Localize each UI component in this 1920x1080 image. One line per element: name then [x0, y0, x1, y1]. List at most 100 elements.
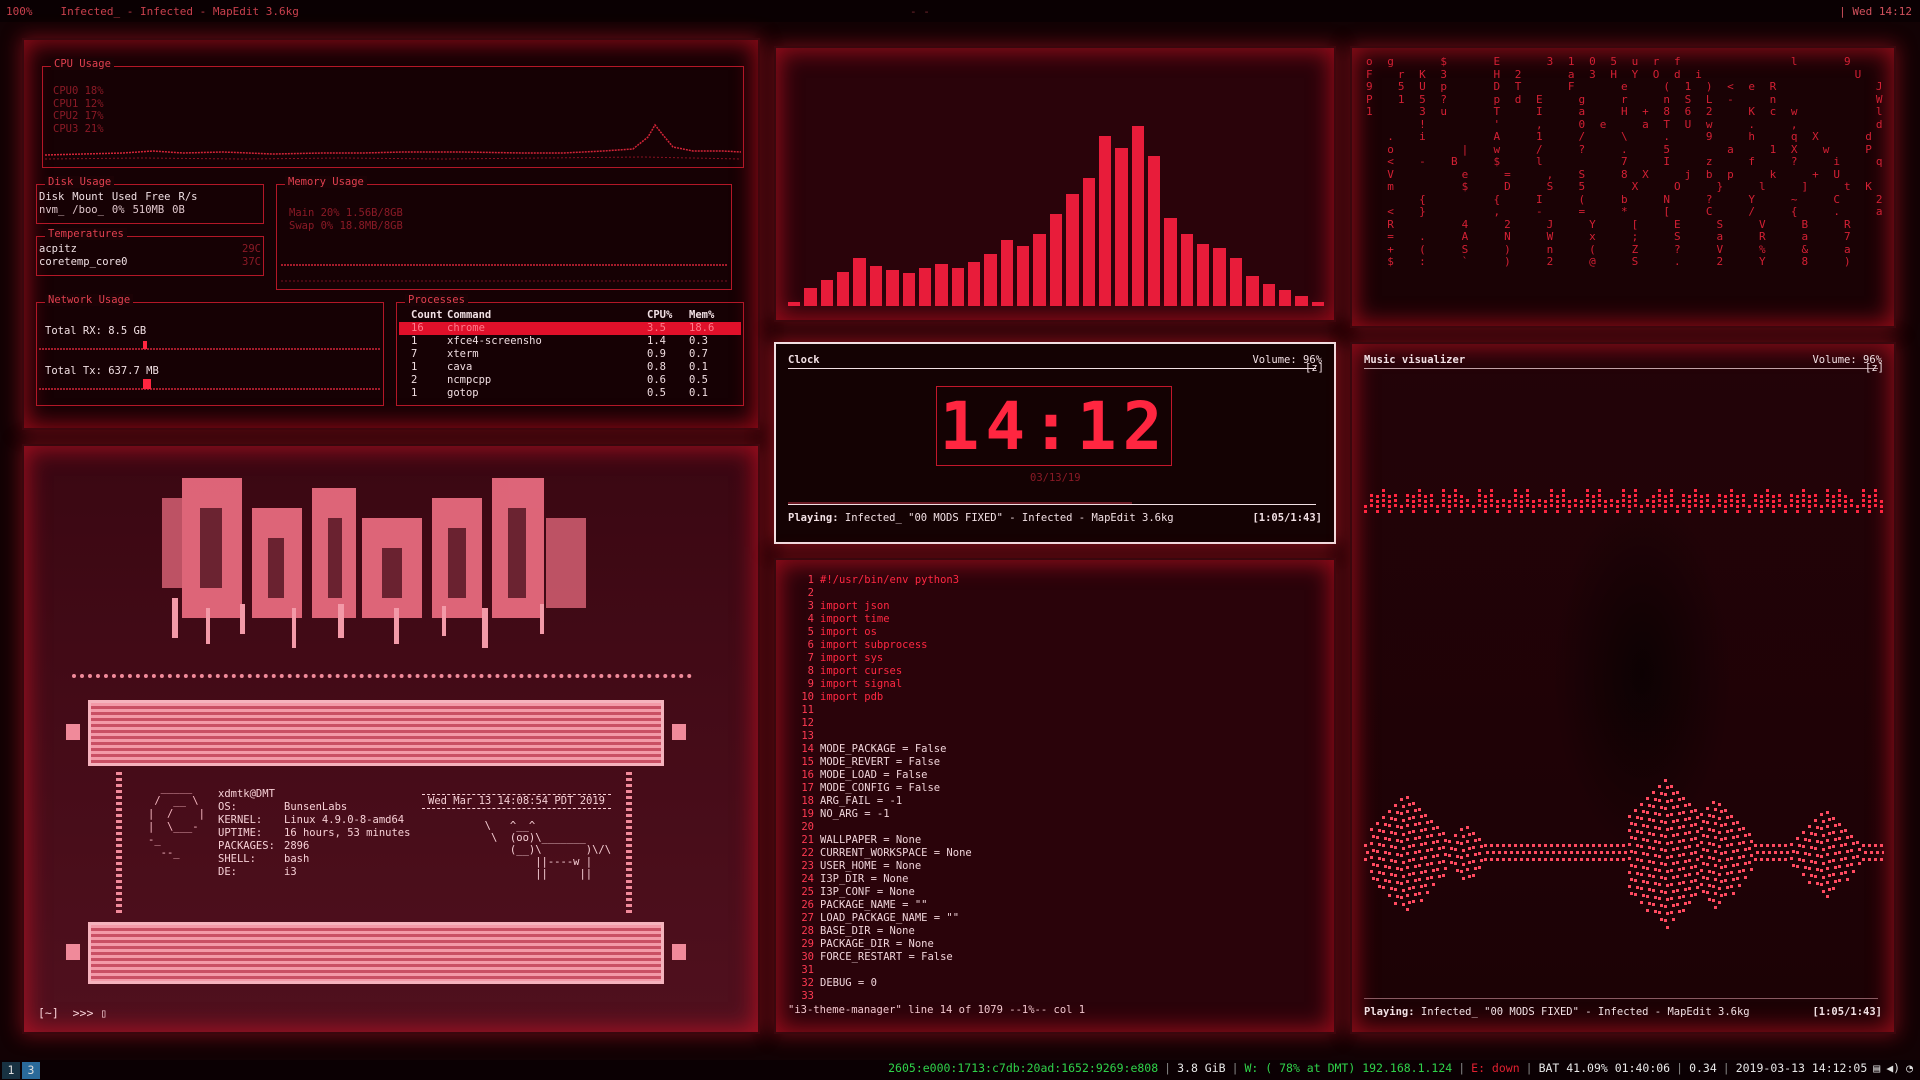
wave-dot [1384, 865, 1387, 868]
wave-dot [1862, 844, 1865, 847]
music-visualizer-panel[interactable]: Music visualizer Volume: 96% [z] Playing… [1350, 342, 1896, 1034]
wave-dot [1418, 494, 1421, 497]
wave-dot [1664, 779, 1667, 782]
wave-dot [1790, 499, 1793, 502]
wave-dot [1382, 489, 1385, 492]
wave-dot [1670, 911, 1673, 914]
wave-dot [1432, 883, 1435, 886]
col-count[interactable]: Count [399, 309, 447, 322]
neofetch-key: PACKAGES: [218, 840, 275, 852]
wave-dot [1426, 877, 1429, 880]
clock-progress-bar[interactable] [788, 504, 1316, 505]
wave-dot [1726, 872, 1729, 875]
window-title[interactable]: Infected_ - Infected - MapEdit 3.6kg [61, 5, 299, 18]
wave-dot [1660, 904, 1663, 907]
wave-dot [1558, 851, 1561, 854]
line-number: 27 [801, 912, 814, 924]
wave-dot [1664, 835, 1667, 838]
process-row[interactable]: 1 cava 0.8 0.1 [399, 361, 741, 374]
shell-prompt[interactable]: [~] >>> ▯ [38, 1006, 107, 1020]
visualizer-progress-bar[interactable] [1364, 998, 1878, 999]
wave-dot [1826, 504, 1829, 507]
wave-dot [1808, 881, 1811, 884]
wave-dot [1556, 858, 1559, 861]
wave-dot [1622, 858, 1625, 861]
vim-editor[interactable]: 1 #!/usr/bin/env python3 2 3 import json 4 imp… [774, 558, 1336, 1034]
disk-col-rs: R/s [178, 191, 198, 203]
wave-dot [1660, 862, 1663, 865]
workspace-1[interactable]: 1 [2, 1061, 20, 1079]
wave-dot [1654, 826, 1657, 829]
wave-dot [1832, 845, 1835, 848]
spectrum-bar [1017, 246, 1030, 306]
process-row[interactable]: 1 xfce4-screensho 1.4 0.3 [399, 335, 741, 348]
wave-dot [1718, 901, 1721, 904]
wave-dot [1826, 881, 1829, 884]
wave-dot [1880, 510, 1883, 513]
line-number: 5 [807, 626, 814, 638]
network-tray-icon[interactable]: ◔ [1903, 1061, 1916, 1075]
code-area[interactable]: 1 #!/usr/bin/env python3 2 3 import json 4 imp… [786, 574, 1326, 1003]
cava-visualizer[interactable] [774, 46, 1336, 322]
wave-dot [1718, 859, 1721, 862]
clock-panel[interactable]: Clock Volume: 96% [z] 14:12 03/13/19 Pla… [774, 342, 1336, 544]
wave-dot [1660, 848, 1663, 851]
wave-dot [1664, 919, 1667, 922]
col-mem[interactable]: Mem% [689, 309, 731, 322]
code-line: 32 DEBUG = 0 [786, 977, 1326, 990]
wave-dot [1828, 860, 1831, 863]
wave-dot [1636, 858, 1639, 861]
wave-dot [1868, 510, 1871, 513]
neofetch-terminal[interactable]: _____ / __ \ | / | | \___- -_ --_ xdmtk@… [22, 444, 760, 1034]
wave-dot [1850, 849, 1853, 852]
wave-dot [1460, 495, 1463, 498]
wave-dot [1816, 840, 1819, 843]
code-line: 8 import curses [786, 665, 1326, 678]
clipboard-icon[interactable]: ▤ [1870, 1061, 1883, 1075]
workspace-3[interactable]: 3 [22, 1061, 40, 1079]
code-line: 33 [786, 990, 1326, 1003]
wave-dot [1808, 853, 1811, 856]
wave-dot [1648, 846, 1651, 849]
wave-dot [1586, 858, 1589, 861]
wave-dot [1718, 887, 1721, 890]
wave-dot [1744, 848, 1747, 851]
wave-dot [1714, 808, 1717, 811]
top-bar-clock: | Wed 14:12 [1839, 4, 1912, 18]
wave-dot [1598, 489, 1601, 492]
wave-dot [1382, 872, 1385, 875]
volume-icon[interactable]: ◀) [1883, 1061, 1903, 1075]
wave-dot [1690, 866, 1693, 869]
wave-dot [1382, 858, 1385, 861]
wave-dot [1696, 830, 1699, 833]
process-row[interactable]: 16 chrome 3.5 18.6 [399, 322, 741, 335]
process-row[interactable]: 7 xterm 0.9 0.7 [399, 348, 741, 361]
col-cpu[interactable]: CPU% [647, 309, 689, 322]
process-row[interactable]: 1 gotop 0.5 0.1 [399, 387, 741, 400]
line-number: 8 [807, 665, 814, 677]
spectrum-bar [1049, 214, 1063, 306]
line-number: 22 [801, 847, 814, 859]
process-header: Count Command CPU% Mem% [399, 309, 741, 322]
wave-dot [1406, 880, 1409, 883]
wave-dot [1412, 510, 1415, 513]
wave-dot [1396, 881, 1399, 884]
gotop-panel[interactable]: CPU Usage CPU0 18% CPU1 12% CPU2 17% CPU… [22, 38, 760, 430]
wave-dot [1804, 852, 1807, 855]
wave-dot [1400, 840, 1403, 843]
wave-dot [1420, 885, 1423, 888]
wave-dot [1646, 853, 1649, 856]
wave-dot [1666, 870, 1669, 873]
line-text: MODE_LOAD = False [820, 769, 928, 781]
wave-dot [1648, 818, 1651, 821]
col-command[interactable]: Command [447, 309, 647, 322]
wave-dot [1496, 500, 1499, 503]
neofetch-key: UPTIME: [218, 827, 263, 839]
wave-dot [1438, 847, 1441, 850]
wave-dot [1690, 894, 1693, 897]
wave-dot [1538, 504, 1541, 507]
wave-dot [1490, 494, 1493, 497]
wave-dot [1376, 505, 1379, 508]
neofetch-info-row: DE: i3 [218, 866, 410, 879]
process-row[interactable]: 2 ncmpcpp 0.6 0.5 [399, 374, 741, 387]
